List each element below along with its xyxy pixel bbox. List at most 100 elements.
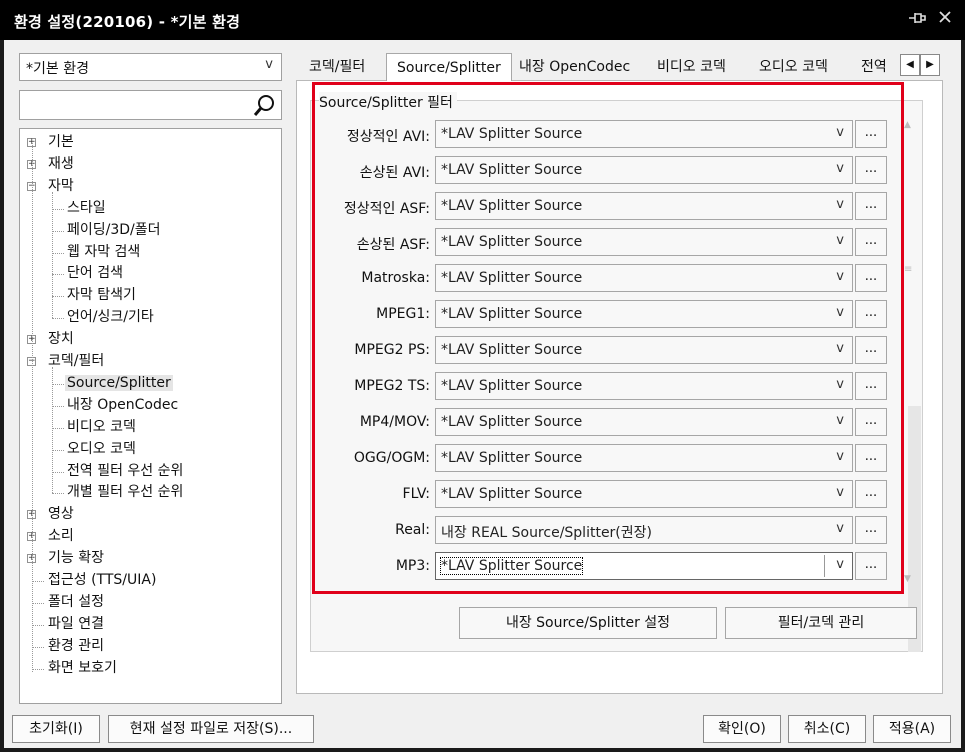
tree-connector	[52, 405, 64, 407]
reset-button[interactable]: 초기화(I)	[12, 715, 100, 743]
tree-item[interactable]: Source/Splitter	[65, 373, 173, 394]
format-label: Matroska:	[361, 270, 430, 286]
profile-combo[interactable]: *기본 환경 v	[19, 53, 282, 81]
scroll-down-icon[interactable]: ▼	[904, 574, 911, 584]
splitter-select[interactable]: *LAV Splitter Source v	[435, 372, 853, 400]
more-options-button[interactable]: ...	[855, 228, 887, 256]
tree-item[interactable]: 단어 검색	[65, 263, 125, 284]
more-options-button[interactable]: ...	[855, 372, 887, 400]
scroll-up-icon[interactable]: ▲	[904, 120, 911, 130]
splitter-select[interactable]: *LAV Splitter Source v	[435, 444, 853, 472]
chevron-down-icon: v	[836, 125, 844, 140]
splitter-select[interactable]: 내장 REAL Source/Splitter(권장) v	[435, 516, 853, 544]
tree-item[interactable]: 기본	[46, 132, 76, 153]
more-options-button[interactable]: ...	[855, 444, 887, 472]
tree-item-label: 내장 OpenCodec	[67, 396, 179, 413]
tab[interactable]: 오디오 코덱	[759, 53, 828, 81]
more-options-button[interactable]: ...	[855, 552, 887, 580]
splitter-select[interactable]: *LAV Splitter Source v	[435, 156, 853, 184]
tree-item[interactable]: 폴더 설정	[46, 592, 106, 613]
splitter-select[interactable]: *LAV Splitter Source v	[435, 228, 853, 256]
tree-item[interactable]: 코덱/필터	[46, 351, 106, 372]
cancel-button[interactable]: 취소(C)	[788, 715, 866, 743]
tree-item[interactable]: 전역 필터 우선 순위	[65, 461, 185, 482]
splitter-select[interactable]: *LAV Splitter Source v	[435, 120, 853, 148]
more-options-button[interactable]: ...	[855, 336, 887, 364]
search-box[interactable]	[19, 90, 282, 120]
tree-item[interactable]: 장치	[46, 329, 76, 350]
tree-item-label: 오디오 코덱	[67, 440, 136, 457]
tree-item[interactable]: 파일 연결	[46, 614, 106, 635]
pin-icon[interactable]	[908, 10, 926, 30]
format-label: MPEG2 PS:	[354, 342, 430, 358]
splitter-select[interactable]: *LAV Splitter Source v	[435, 336, 853, 364]
tree-item[interactable]: 비디오 코덱	[65, 417, 138, 438]
tree-item[interactable]: 환경 관리	[46, 636, 106, 657]
tree-connector	[32, 143, 33, 672]
splitter-select-value: *LAV Splitter Source	[441, 198, 583, 214]
splitter-select-value: *LAV Splitter Source	[441, 450, 583, 466]
tree-item[interactable]: 페이딩/3D/폴더	[65, 220, 163, 241]
tab[interactable]: 내장 OpenCodec	[519, 53, 630, 81]
scroll-grip-icon[interactable]: ≡	[904, 264, 912, 275]
tree-item[interactable]: 화면 보호기	[46, 658, 119, 679]
tree-item[interactable]: 웹 자막 검색	[65, 242, 142, 263]
tab-scroll-right-icon[interactable]: ▶	[920, 54, 940, 76]
chevron-down-icon: v	[836, 377, 844, 392]
tab[interactable]: 비디오 코덱	[657, 53, 726, 81]
tree-item[interactable]: 접근성 (TTS/UIA)	[46, 570, 158, 591]
tree-item-label: 전역 필터 우선 순위	[67, 462, 184, 479]
tree-item-label: 재생	[48, 155, 74, 172]
chevron-down-icon: v	[836, 557, 844, 572]
tree-item[interactable]: 자막	[46, 176, 76, 197]
chevron-down-icon: v	[836, 449, 844, 464]
tree-item[interactable]: 재생	[46, 154, 76, 175]
chevron-down-icon: v	[836, 341, 844, 356]
save-as-button[interactable]: 현재 설정 파일로 저장(S)...	[108, 715, 314, 743]
ok-button[interactable]: 확인(O)	[703, 715, 781, 743]
tree-connector	[32, 646, 44, 648]
filter-codec-manage-button[interactable]: 필터/코덱 관리	[725, 607, 917, 639]
more-options-button[interactable]: ...	[855, 156, 887, 184]
builtin-splitter-settings-button[interactable]: 내장 Source/Splitter 설정	[459, 607, 717, 639]
tab[interactable]: Source/Splitter	[386, 53, 512, 81]
format-label: 손상된 ASF:	[356, 237, 430, 253]
search-icon[interactable]	[253, 93, 277, 117]
tree-item[interactable]: 내장 OpenCodec	[65, 395, 180, 416]
tree-item[interactable]: 영상	[46, 504, 76, 525]
more-options-button[interactable]: ...	[855, 516, 887, 544]
format-label: 정상적인 ASF:	[343, 201, 430, 217]
splitter-select[interactable]: *LAV Splitter Source v	[435, 480, 853, 508]
more-options-button[interactable]: ...	[855, 264, 887, 292]
chevron-down-icon: v	[836, 233, 844, 248]
tree-item[interactable]: 개별 필터 우선 순위	[65, 482, 185, 503]
splitter-select[interactable]: *LAV Splitter Source v	[435, 300, 853, 328]
tab[interactable]: 코덱/필터	[309, 53, 365, 81]
splitter-select[interactable]: *LAV Splitter Source v	[435, 408, 853, 436]
more-options-button[interactable]: ...	[855, 192, 887, 220]
splitter-select[interactable]: *LAV Splitter Source v	[435, 264, 853, 292]
splitter-select[interactable]: *LAV Splitter Source v	[435, 552, 853, 580]
tree-item[interactable]: 자막 탐색기	[65, 285, 138, 306]
tree-connector	[52, 318, 64, 320]
tree-item[interactable]: 언어/싱크/기타	[65, 307, 156, 328]
more-options-button[interactable]: ...	[855, 480, 887, 508]
tree-item[interactable]: 스타일	[65, 198, 108, 219]
close-icon[interactable]	[937, 9, 953, 29]
search-input[interactable]	[22, 93, 247, 117]
splitter-select-value: *LAV Splitter Source	[441, 162, 583, 178]
tab-scroll-left-icon[interactable]: ◀	[900, 54, 920, 76]
more-options-button[interactable]: ...	[855, 408, 887, 436]
tree-item[interactable]: 기능 확장	[46, 548, 106, 569]
more-options-button[interactable]: ...	[855, 300, 887, 328]
apply-button[interactable]: 적용(A)	[873, 715, 951, 743]
tree-connector	[52, 427, 64, 429]
more-options-button[interactable]: ...	[855, 120, 887, 148]
title-bar[interactable]: 환경 설정(220106) - *기본 환경	[0, 0, 965, 40]
splitter-select[interactable]: *LAV Splitter Source v	[435, 192, 853, 220]
tree-connector	[52, 191, 53, 319]
tab[interactable]: 전역	[861, 53, 895, 81]
tree-item[interactable]: 오디오 코덱	[65, 439, 138, 460]
tree-item-label: 웹 자막 검색	[67, 243, 141, 260]
tree-item[interactable]: 소리	[46, 526, 76, 547]
